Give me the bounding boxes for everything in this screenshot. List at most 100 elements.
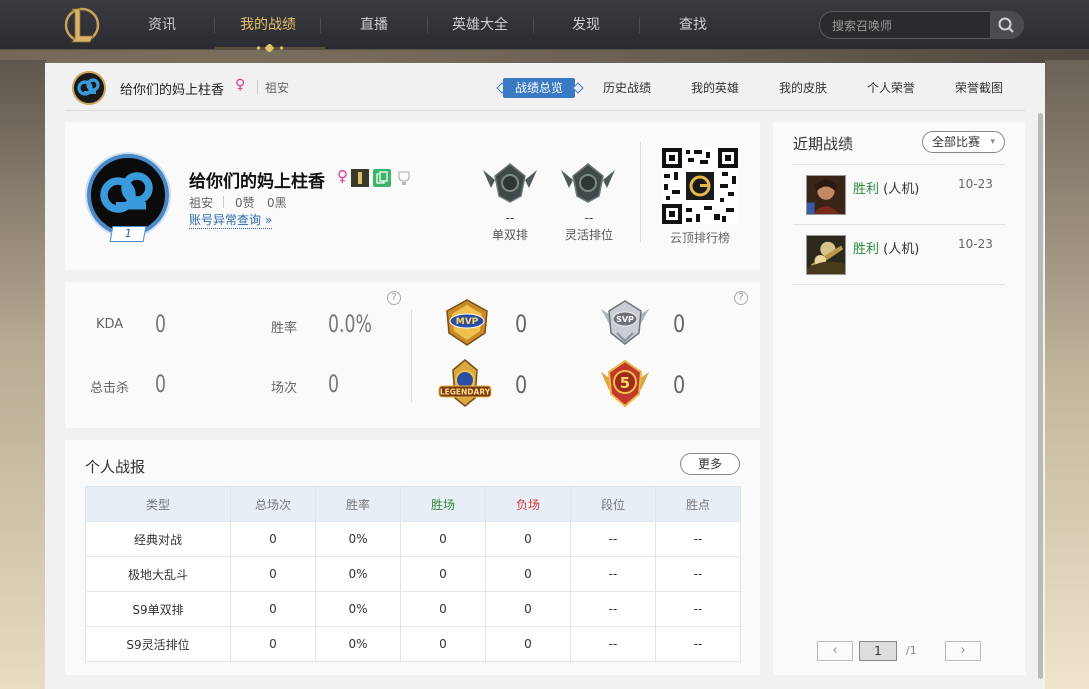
divider bbox=[411, 310, 412, 402]
tab-my-skins[interactable]: 我的皮肤 bbox=[779, 78, 827, 98]
nav-divider bbox=[639, 17, 640, 33]
unranked-emblem-icon bbox=[483, 163, 537, 203]
recent-title: 近期战绩 bbox=[793, 135, 854, 153]
nav-search[interactable]: 查找 bbox=[643, 0, 743, 50]
nav-live[interactable]: 直播 bbox=[324, 0, 424, 50]
rank-tag-icon[interactable] bbox=[351, 169, 369, 187]
divider bbox=[223, 196, 224, 208]
total-kills-value: 0 bbox=[155, 370, 166, 398]
match-item[interactable]: 胜利 (人机) 10-23 bbox=[793, 225, 1005, 285]
lol-logo-icon[interactable] bbox=[63, 5, 101, 45]
next-page-button[interactable]: › bbox=[945, 641, 981, 661]
table-cell: 0 bbox=[485, 521, 571, 557]
legendary-badge-icon: LEGENDARY bbox=[438, 359, 492, 407]
col-header-tier: 段位 bbox=[570, 486, 656, 522]
tab-my-champions[interactable]: 我的英雄 bbox=[691, 78, 739, 98]
table-cell: -- bbox=[655, 521, 741, 557]
female-icon: ♀ bbox=[235, 77, 246, 93]
flex-rank-value: -- bbox=[584, 211, 594, 225]
profile-card: 1 给你们的妈上柱香 ♀ 祖安 0赞 0黑 账号异常查询 » -- 单双排 --… bbox=[65, 122, 760, 270]
tab-honors[interactable]: 个人荣誉 bbox=[867, 78, 915, 98]
games-value: 0 bbox=[328, 370, 339, 398]
table-cell: 0 bbox=[485, 556, 571, 592]
table-cell: 极地大乱斗 bbox=[85, 556, 231, 592]
result-win: 胜利 bbox=[853, 182, 880, 197]
help-icon[interactable]: ? bbox=[387, 291, 401, 305]
copy-icon[interactable] bbox=[373, 169, 391, 187]
table-cell: 0 bbox=[485, 626, 571, 662]
svg-text:SVP: SVP bbox=[616, 315, 634, 324]
match-date: 10-23 bbox=[958, 177, 993, 191]
level-badge: 1 bbox=[109, 226, 147, 242]
col-header-total: 总场次 bbox=[230, 486, 316, 522]
svg-text:MVP: MVP bbox=[456, 317, 479, 327]
table-cell: 0 bbox=[400, 591, 486, 627]
table-cell: -- bbox=[655, 556, 741, 592]
match-item[interactable]: 胜利 (人机) 10-23 bbox=[793, 165, 1005, 225]
nav-my-record[interactable]: 我的战绩 bbox=[218, 0, 318, 50]
table-row: S9灵活排位 0 0% 0 0 -- -- bbox=[85, 626, 741, 662]
table-cell: 0 bbox=[485, 591, 571, 627]
table-cell: 0 bbox=[230, 556, 316, 592]
current-page[interactable]: 1 bbox=[859, 641, 897, 661]
nav-active-indicator bbox=[215, 44, 325, 52]
nav-divider bbox=[533, 17, 534, 33]
nav-news[interactable]: 资讯 bbox=[112, 0, 212, 50]
table-cell: S9灵活排位 bbox=[85, 626, 231, 662]
search-icon bbox=[998, 17, 1014, 33]
profile-server: 祖安 bbox=[189, 196, 214, 210]
background-art-right bbox=[1045, 60, 1089, 689]
nav-discover[interactable]: 发现 bbox=[536, 0, 636, 50]
table-cell: -- bbox=[570, 591, 656, 627]
profile-avatar[interactable] bbox=[87, 154, 169, 236]
qr-code-icon[interactable] bbox=[662, 148, 738, 224]
table-cell: S9单双排 bbox=[85, 591, 231, 627]
account-check-link[interactable]: 账号异常查询 » bbox=[189, 211, 273, 229]
nav-divider bbox=[320, 17, 321, 33]
tab-overview[interactable]: 战绩总览 bbox=[503, 78, 576, 98]
result-win: 胜利 bbox=[853, 242, 880, 257]
report-card: 个人战报 更多 类型 总场次 胜率 胜场 负场 段位 胜点 经典对战 0 0% 0 0-… bbox=[65, 440, 760, 675]
search-button[interactable] bbox=[990, 11, 1024, 39]
main-panel: 给你们的妈上柱香 ♀ 祖安 战绩总览 历史战绩 我的英雄 我的皮肤 个人荣誉 荣… bbox=[45, 63, 1045, 689]
table-cell: 0 bbox=[230, 521, 316, 557]
more-button[interactable]: 更多 bbox=[680, 453, 740, 475]
qr-label: 云顶排行榜 bbox=[669, 231, 730, 245]
table-row: 经典对战 0 0% 0 0 -- -- bbox=[85, 521, 741, 557]
recent-matches-panel: 近期战绩 全部比赛 ▾ 胜利 (人机) 10-23 胜利 (人机) 10-23 … bbox=[773, 122, 1025, 675]
match-date: 10-23 bbox=[958, 237, 993, 251]
background-art-left bbox=[0, 60, 46, 689]
match-filter-dropdown[interactable]: 全部比赛 ▾ bbox=[922, 131, 1005, 153]
table-cell: 0% bbox=[315, 556, 401, 592]
solo-rank-value: -- bbox=[505, 211, 515, 225]
help-icon[interactable]: ? bbox=[734, 291, 748, 305]
table-row: 极地大乱斗 0 0% 0 0 -- -- bbox=[85, 556, 741, 592]
svg-text:LEGENDARY: LEGENDARY bbox=[440, 388, 491, 397]
kda-value: 0 bbox=[155, 310, 166, 338]
cloud9-logo-icon bbox=[100, 172, 153, 213]
champion-portrait-icon bbox=[806, 175, 846, 215]
avatar[interactable] bbox=[72, 71, 106, 105]
mvp-badge-icon: MVP bbox=[446, 299, 488, 346]
kda-label: KDA bbox=[96, 317, 124, 332]
table-cell: 0 bbox=[400, 556, 486, 592]
trophy-icon[interactable] bbox=[395, 169, 413, 187]
unranked-emblem-icon bbox=[561, 163, 615, 203]
legendary-count: 0 bbox=[515, 371, 528, 399]
search-input[interactable] bbox=[832, 18, 997, 34]
table-cell: -- bbox=[570, 626, 656, 662]
divider bbox=[640, 142, 641, 242]
svp-count: 0 bbox=[673, 310, 686, 338]
prev-page-button[interactable]: ‹ bbox=[817, 641, 853, 661]
match-result: 胜利 (人机) bbox=[853, 238, 919, 257]
report-table: 类型 总场次 胜率 胜场 负场 段位 胜点 经典对战 0 0% 0 0 -- -- 极地大乱… bbox=[85, 486, 741, 662]
solo-rank-label: 单双排 bbox=[491, 228, 528, 242]
tab-history[interactable]: 历史战绩 bbox=[603, 78, 651, 98]
chevron-down-icon: ▾ bbox=[990, 137, 995, 147]
table-cell: -- bbox=[655, 626, 741, 662]
tab-honor-screenshots[interactable]: 荣誉截图 bbox=[955, 78, 1003, 98]
table-cell: 0% bbox=[315, 591, 401, 627]
nav-champions[interactable]: 英雄大全 bbox=[430, 0, 530, 50]
summoner-search bbox=[819, 11, 1024, 39]
scrollbar[interactable] bbox=[1038, 113, 1043, 679]
